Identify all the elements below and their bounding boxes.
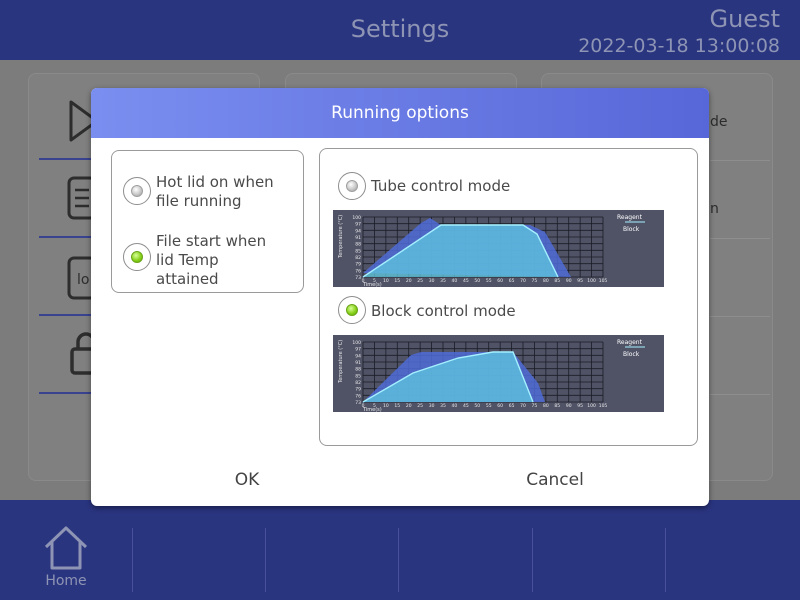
- tube-control-radio[interactable]: [338, 172, 366, 200]
- y-axis-label: Temperature (°C): [338, 215, 344, 259]
- y-tick-label: 82: [355, 380, 361, 386]
- x-tick-label: 85: [554, 403, 560, 409]
- y-tick-label: 88: [355, 367, 361, 373]
- x-tick-label: 40: [452, 403, 458, 409]
- x-tick-label: 75: [532, 403, 538, 409]
- x-tick-label: 75: [532, 278, 538, 284]
- hot-lid-radio[interactable]: [123, 177, 151, 205]
- block-control-label[interactable]: Block control mode: [371, 302, 516, 321]
- x-axis-label: Time(s): [362, 407, 382, 412]
- home-label: Home: [45, 573, 87, 589]
- radio-indicator: [346, 180, 358, 192]
- legend-reagent: Reagent: [617, 214, 643, 221]
- file-start-label[interactable]: File start when lid Temp attained: [156, 232, 266, 289]
- ok-button[interactable]: OK: [197, 470, 297, 490]
- x-tick-label: 100: [587, 403, 596, 409]
- home-icon: [44, 526, 88, 570]
- y-tick-label: 94: [355, 228, 361, 234]
- tube-control-label[interactable]: Tube control mode: [371, 177, 510, 196]
- x-tick-label: 30: [429, 403, 435, 409]
- dialog-title: Running options: [331, 103, 469, 123]
- x-tick-label: 15: [394, 403, 400, 409]
- user-name: Guest: [709, 5, 781, 33]
- x-tick-label: 70: [520, 278, 526, 284]
- x-tick-label: 45: [463, 278, 469, 284]
- y-tick-label: 82: [355, 255, 361, 261]
- y-axis-label: Temperature (°C): [338, 340, 344, 384]
- x-tick-label: 30: [429, 278, 435, 284]
- running-options-dialog: Running options Hot lid on when file run…: [91, 88, 709, 506]
- y-tick-label: 91: [355, 235, 361, 241]
- x-tick-label: 80: [543, 403, 549, 409]
- x-tick-label: 55: [486, 403, 492, 409]
- cancel-button[interactable]: Cancel: [505, 470, 605, 490]
- x-tick-label: 20: [406, 278, 412, 284]
- legend-reagent: Reagent: [617, 339, 643, 346]
- x-tick-label: 60: [497, 278, 503, 284]
- x-tick-label: 10: [383, 278, 389, 284]
- right-panel-text-1: de: [710, 114, 728, 130]
- x-tick-label: 65: [509, 403, 515, 409]
- radio-indicator: [346, 304, 358, 316]
- x-tick-label: 105: [599, 403, 608, 409]
- x-tick-label: 50: [474, 403, 480, 409]
- y-tick-label: 85: [355, 373, 361, 379]
- x-tick-label: 55: [486, 278, 492, 284]
- svg-text:lo: lo: [77, 272, 89, 288]
- tube-control-chart: 100 97 94 91 88 85 82 79 76 73 0 5 10 15 20 25 30 35 40 45 5…: [333, 210, 664, 288]
- bottom-navigation: [0, 500, 800, 600]
- y-tick-label: 97: [355, 222, 361, 228]
- y-tick-label: 85: [355, 248, 361, 254]
- x-tick-label: 10: [383, 403, 389, 409]
- legend-block: Block: [623, 226, 640, 233]
- file-start-radio[interactable]: [123, 243, 151, 271]
- y-tick-label: 73: [355, 400, 361, 406]
- x-tick-label: 35: [440, 278, 446, 284]
- x-tick-label: 50: [474, 278, 480, 284]
- y-tick-label: 73: [355, 275, 361, 281]
- x-tick-label: 90: [566, 403, 572, 409]
- right-panel-text-2: n: [710, 201, 719, 217]
- x-tick-label: 105: [599, 278, 608, 284]
- app-header: Settings Guest 2022-03-18 13:00:08: [0, 0, 800, 60]
- x-tick-label: 95: [577, 403, 583, 409]
- x-tick-label: 70: [520, 403, 526, 409]
- y-tick-label: 76: [355, 268, 361, 274]
- block-control-chart: 100 97 94 91 88 85 82 79 76 73 0 5 10 15 20 25 30 35 40 45 5…: [333, 335, 664, 413]
- y-tick-label: 100: [352, 215, 361, 221]
- x-axis-label: Time(s): [362, 282, 382, 287]
- x-tick-label: 45: [463, 403, 469, 409]
- radio-indicator: [131, 251, 143, 263]
- x-tick-label: 25: [417, 278, 423, 284]
- y-tick-label: 100: [352, 340, 361, 346]
- x-tick-label: 25: [417, 403, 423, 409]
- home-button[interactable]: Home: [38, 525, 94, 591]
- x-tick-label: 60: [497, 403, 503, 409]
- y-tick-label: 97: [355, 347, 361, 353]
- x-tick-label: 35: [440, 403, 446, 409]
- radio-indicator: [131, 185, 143, 197]
- y-tick-label: 79: [355, 262, 361, 268]
- x-tick-label: 90: [566, 278, 572, 284]
- y-tick-label: 79: [355, 387, 361, 393]
- x-tick-label: 15: [394, 278, 400, 284]
- legend-block: Block: [623, 351, 640, 358]
- x-tick-label: 95: [577, 278, 583, 284]
- x-tick-label: 40: [452, 278, 458, 284]
- y-tick-label: 76: [355, 393, 361, 399]
- date-time: 2022-03-18 13:00:08: [578, 35, 780, 57]
- dialog-header: Running options: [91, 88, 709, 138]
- y-tick-label: 94: [355, 353, 361, 359]
- x-tick-label: 20: [406, 403, 412, 409]
- block-control-radio[interactable]: [338, 296, 366, 324]
- y-tick-label: 88: [355, 242, 361, 248]
- x-tick-label: 65: [509, 278, 515, 284]
- x-tick-label: 85: [554, 278, 560, 284]
- y-tick-label: 91: [355, 360, 361, 366]
- x-tick-label: 80: [543, 278, 549, 284]
- hot-lid-label[interactable]: Hot lid on when file running: [156, 173, 274, 211]
- x-tick-label: 100: [587, 278, 596, 284]
